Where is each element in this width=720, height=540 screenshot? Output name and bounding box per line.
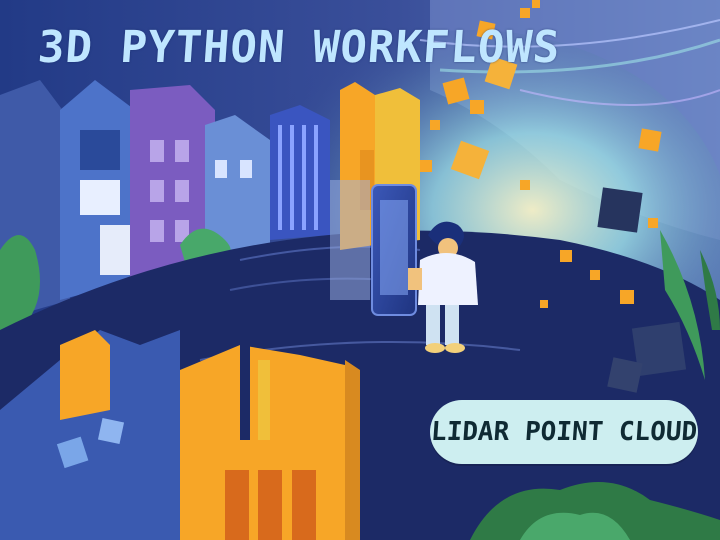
- tablet-device: [330, 180, 417, 316]
- page-title: 3D PYTHON WORKFLOWS: [36, 22, 563, 73]
- badge-label: LIDAR POINT CLOUD: [429, 417, 699, 447]
- illustration-stage: 3D PYTHON WORKFLOWS LIDAR POINT CLOUD: [0, 0, 720, 540]
- lidar-badge: LIDAR POINT CLOUD: [430, 400, 698, 464]
